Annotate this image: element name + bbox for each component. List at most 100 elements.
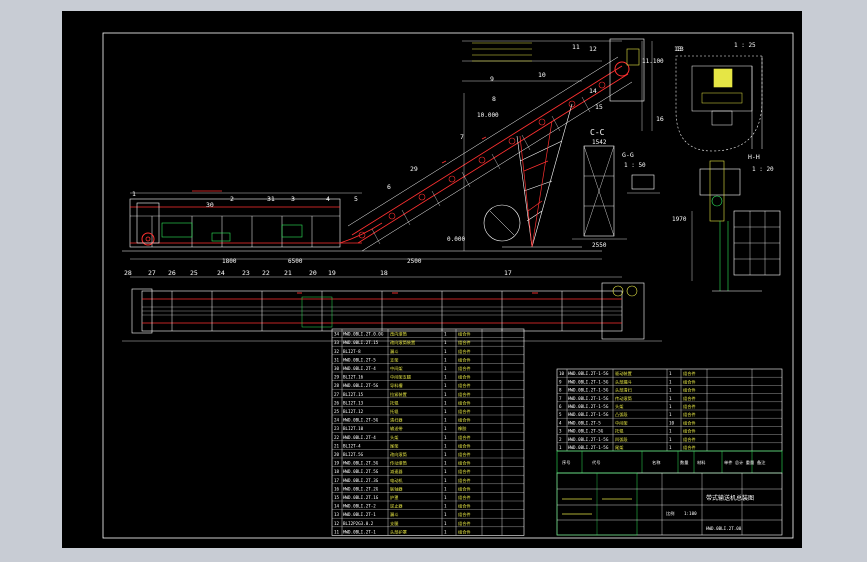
bom-cell-mat: 组合件 [683, 378, 696, 385]
section-gg-title: G-G [622, 151, 634, 159]
bom-cell-mat: 组合件 [458, 494, 471, 501]
drawing-canvas[interactable]: 11.100 10.000 0.000 1 2 3 4 5 6 7 8 9 10… [62, 11, 802, 548]
part-number: 8 [492, 95, 496, 103]
bom-cell-name: 改向滚筒 [390, 331, 407, 338]
bom-cell-no: 15 [334, 495, 340, 500]
bom-cell-no: 22 [334, 435, 340, 440]
bom-cell-no: 28 [334, 383, 340, 388]
part-number: 20 [309, 269, 317, 277]
bom-row: 30 HWD.0BLI.2T-4 中间架 1 组合件 [334, 365, 471, 372]
bom-cell-qty: 1 [669, 412, 672, 417]
bom-cell-no: 19 [334, 461, 340, 466]
bom-cell-mat: 组合件 [458, 434, 471, 441]
bom-cell-no: 18 [334, 469, 340, 474]
bom-row: 25 BLI2T.12 托辊 1 组合件 [334, 408, 471, 415]
bom-cell-mat: 组合件 [458, 511, 471, 518]
bom-cell-name: 改向滚筒装置 [390, 339, 415, 346]
bom-cell-code: HWD.0BLI.2T-1-5G [568, 379, 609, 384]
part-number: 31 [267, 195, 275, 203]
bom-row: 23 BLI2T.10 输送带 1 橡胶 [334, 425, 466, 432]
bom-row: 33 HWD.0BLI.2T.15 改向滚筒装置 1 组合件 [334, 339, 471, 346]
bom-cell-no: 2 [559, 437, 562, 442]
bom-cell-name: 头架 [615, 403, 623, 410]
bom-cell-name: 传动滚筒 [390, 460, 407, 467]
bom-cell-name: 头架 [390, 434, 398, 441]
bom-cell-no: 12 [334, 521, 340, 526]
bom-cell-name: 改向滚筒 [390, 451, 407, 458]
bom-row: 7 HWD.0BLI.2T-1-5G 传动滚筒 1 组合件 [559, 395, 696, 402]
bom-cell-qty: 1 [444, 529, 447, 534]
bom-cell-code: HWD.0BLI.2T-1-5G [568, 404, 609, 409]
bom-cell-name: 传动滚筒 [615, 395, 632, 402]
bom-cell-mat: 组合件 [458, 485, 471, 492]
bom-row: 10 HWD.0BLI.2T-1-5G 驱动装置 1 组合件 [559, 370, 696, 377]
title-block: 带式输送机总装图 比例 1:100 HWD.0BLI.2T.00 [556, 472, 783, 536]
bom-cell-qty: 1 [444, 409, 447, 414]
bom-cell-name: 逆止器 [390, 503, 403, 510]
part-number: 1 [132, 190, 136, 198]
bom-cell-code: BLI2T-4 [343, 443, 361, 448]
bom-cell-no: 8 [559, 388, 562, 393]
part-number: 29 [410, 165, 418, 173]
bom-cell-name: 凸弧段 [615, 411, 628, 418]
drawing-title: 带式输送机总装图 [706, 494, 754, 502]
bom-cell-qty: 1 [444, 512, 447, 517]
bom-cell-no: 30 [334, 366, 340, 371]
part-number: 5 [354, 195, 358, 203]
elevation-label: 10.000 [477, 112, 499, 119]
bom-cell-no: 17 [334, 478, 340, 483]
bom-cell-qty: 1 [444, 426, 447, 431]
bom-cell-name: 电动机 [390, 477, 403, 484]
bom-cell-mat: 组合件 [458, 520, 471, 527]
bom-cell-no: 3 [559, 429, 562, 434]
bom-cell-mat: 组合件 [458, 460, 471, 467]
bom-cell-mat: 组合件 [458, 399, 471, 406]
bom-cell-mat: 组合件 [458, 503, 471, 510]
bom-cell-mat: 组合件 [458, 339, 471, 346]
bom-table-right: 10 HWD.0BLI.2T-1-5G 驱动装置 1 组合件9 HWD.0BLI.2T-1… [556, 368, 783, 452]
bom-cell-qty: 1 [669, 388, 672, 393]
bom-cell-name: 联轴器 [390, 485, 403, 492]
bom-header-mat: 材料 [697, 459, 706, 466]
bom-cell-name: 头部护罩 [390, 528, 407, 535]
part-number: 10 [538, 71, 546, 79]
elevation-label: 0.000 [447, 236, 465, 243]
bom-cell-no: 6 [559, 404, 562, 409]
drawing-number: HWD.0BLI.2T.00 [706, 526, 742, 531]
bom-cell-mat: 组合件 [683, 436, 696, 443]
bom-cell-mat: 组合件 [683, 395, 696, 402]
bom-cell-no: 33 [334, 340, 340, 345]
bom-cell-name: 护罩 [390, 494, 398, 501]
scale-label: 比例 [666, 510, 674, 517]
bom-cell-name: 尾架 [615, 445, 623, 451]
bom-cell-code: BLI2T.16 [343, 375, 364, 380]
drawing-border [102, 32, 794, 539]
part-number: 2 [230, 195, 234, 203]
bom-cell-mat: 组合件 [683, 419, 696, 426]
cad-viewport[interactable]: 11.100 10.000 0.000 1 2 3 4 5 6 7 8 9 10… [0, 0, 867, 562]
bom-cell-qty: 10 [669, 420, 675, 425]
bom-cell-name: 托辊 [390, 399, 399, 406]
bom-row: 24 HWD.0BLI.2T-5G 清扫器 1 组合件 [334, 417, 471, 424]
part-number: 18 [380, 269, 388, 277]
conveyor-assembly-drawing: 11.100 10.000 0.000 1 2 3 4 5 6 7 8 9 10… [102, 32, 794, 539]
bom-cell-name: 头部漏斗 [615, 378, 632, 385]
bom-cell-mat: 组合件 [683, 387, 696, 394]
bom-cell-mat: 组合件 [458, 528, 471, 535]
bom-cell-code: HWD.0BLI.2T-1-5G [568, 371, 609, 376]
bom-cell-qty: 1 [444, 461, 447, 466]
bom-cell-name: 托辊 [615, 428, 624, 435]
part-number: 27 [148, 269, 156, 277]
section-cc-title: C-C [590, 128, 605, 137]
bom-cell-code: BLI2T.15 [343, 392, 364, 397]
bom-cell-qty: 1 [444, 400, 447, 405]
bom-row: 13 HWD.0BLI.2T-1 漏斗 1 组合件 [334, 511, 471, 518]
bom-cell-no: 10 [559, 371, 565, 376]
bom-cell-code: HWD.0BLI.2T-5G [343, 383, 379, 388]
bom-cell-code: HWD.0BLI.2T-4 [343, 366, 376, 371]
bom-cell-qty: 1 [444, 383, 447, 388]
bom-cell-code: BLI2T.13 [343, 400, 364, 405]
part-number: 9 [490, 75, 494, 83]
bom-cell-name: 尾架 [390, 443, 398, 449]
bom-row: 8 HWD.0BLI.2T-1-5G 头部清扫 1 组合件 [559, 387, 696, 394]
